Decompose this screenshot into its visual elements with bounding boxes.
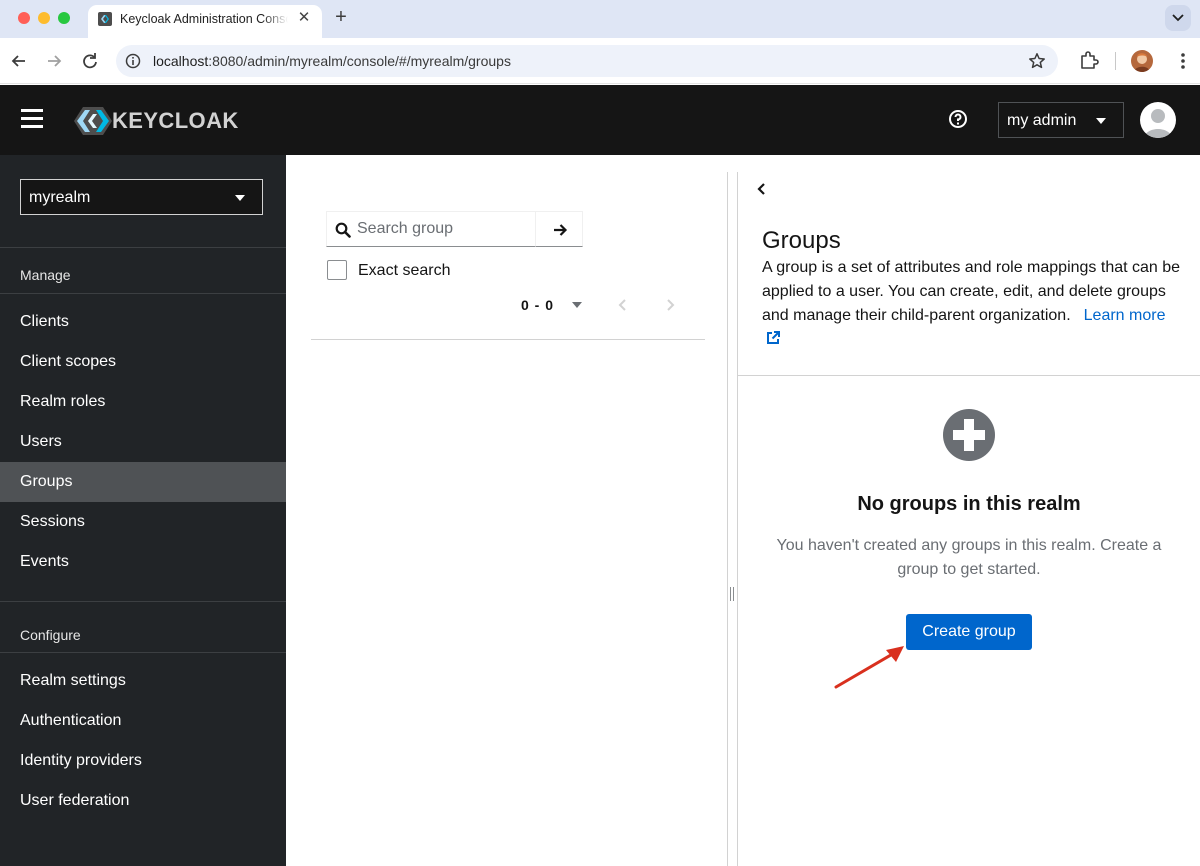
user-menu-dropdown[interactable]: my admin — [998, 102, 1124, 138]
panel-divider — [311, 339, 705, 340]
profile-icon[interactable] — [1131, 50, 1153, 72]
extension-icon[interactable] — [1078, 49, 1100, 71]
learn-more-label: Learn more — [1083, 307, 1166, 324]
sidebar-item-label: Clients — [20, 313, 69, 330]
realm-selector[interactable]: myrealm — [20, 179, 263, 215]
plus-circle-icon — [943, 409, 995, 461]
sidebar-item-label: Groups — [20, 473, 73, 490]
annotation-arrow-icon — [834, 646, 904, 689]
brand-name: KEYCLOAK — [112, 108, 239, 133]
sidebar-item-authentication[interactable]: Authentication — [0, 701, 286, 741]
splitter-border — [737, 172, 738, 866]
plus-icon[interactable]: + — [330, 6, 352, 28]
kebab-icon[interactable] — [1172, 50, 1194, 72]
user-menu-label: my admin — [1007, 112, 1077, 129]
url-text: localhost:8080/admin/myrealm/console/#/m… — [153, 53, 511, 69]
sidebar-item-client-scopes[interactable]: Client scopes — [0, 342, 286, 382]
sidebar-item-users[interactable]: Users — [0, 422, 286, 462]
sidebar-divider — [0, 247, 286, 248]
empty-state-body: You haven't created any groups in this r… — [776, 537, 1162, 578]
chevron-left-icon[interactable] — [618, 298, 628, 312]
window-close-button[interactable] — [18, 12, 30, 24]
window-minimize-button[interactable] — [38, 12, 50, 24]
chevron-left-icon[interactable] — [757, 182, 767, 196]
help-icon[interactable] — [948, 109, 968, 129]
sidebar-item-clients[interactable]: Clients — [0, 302, 286, 342]
sidebar-item-label: Client scopes — [20, 353, 117, 370]
sidebar-item-realm-settings[interactable]: Realm settings — [0, 661, 286, 701]
reload-icon[interactable] — [79, 50, 101, 72]
tab-search-button[interactable] — [1165, 5, 1191, 31]
caret-down-icon — [1096, 118, 1106, 124]
page-description: A group is a set of attributes and role … — [762, 256, 1182, 352]
info-icon[interactable] — [125, 53, 141, 69]
sidebar-item-user-federation[interactable]: User federation — [0, 781, 286, 821]
avatar-icon[interactable] — [1140, 102, 1176, 138]
sidebar-item-label: Realm settings — [20, 672, 126, 689]
empty-state-title: No groups in this realm — [857, 493, 1081, 515]
sidebar-item-events[interactable]: Events — [0, 542, 286, 582]
keycloak-favicon-icon — [98, 12, 112, 26]
search-input[interactable] — [357, 213, 533, 245]
url-host: localhost — [153, 53, 209, 69]
close-icon[interactable]: ✕ — [295, 9, 313, 27]
sidebar: myrealm Manage Clients Client scopes Rea… — [0, 155, 286, 866]
hamburger-icon[interactable] — [21, 109, 43, 129]
splitter-border — [727, 172, 728, 866]
keycloak-logo-icon — [74, 107, 112, 135]
page-title: Groups — [762, 227, 841, 254]
section-divider — [737, 375, 1200, 376]
browser-toolbar: localhost:8080/admin/myrealm/console/#/m… — [0, 38, 1200, 84]
sidebar-item-label: Realm roles — [20, 393, 106, 410]
browser-tab-strip: Keycloak Administration Console ✕ + — [0, 0, 1200, 38]
star-icon[interactable] — [1028, 52, 1046, 70]
sidebar-item-groups[interactable]: Groups — [0, 462, 286, 502]
sidebar-item-label: Users — [20, 433, 62, 450]
sidebar-item-label: Authentication — [20, 712, 122, 729]
toolbar-divider — [1115, 52, 1116, 70]
external-link-icon — [767, 331, 780, 344]
search-submit-button[interactable] — [535, 211, 583, 247]
create-group-button[interactable]: Create group — [906, 614, 1032, 650]
app-header: KEYCLOAK my admin — [0, 85, 1200, 155]
pagination-count[interactable]: 0 - 0 — [521, 297, 554, 313]
caret-down-icon — [235, 195, 245, 201]
sidebar-item-realm-roles[interactable]: Realm roles — [0, 382, 286, 422]
browser-tab[interactable]: Keycloak Administration Console ✕ — [88, 5, 322, 38]
sidebar-item-identity-providers[interactable]: Identity providers — [0, 741, 286, 781]
tab-title: Keycloak Administration Console — [120, 12, 288, 26]
sidebar-divider — [0, 293, 286, 294]
sidebar-divider — [0, 601, 286, 602]
search-icon — [335, 222, 351, 238]
sidebar-item-label: Events — [20, 553, 69, 570]
exact-search-checkbox[interactable] — [327, 260, 347, 280]
chevron-right-icon[interactable] — [665, 298, 675, 312]
address-bar[interactable]: localhost:8080/admin/myrealm/console/#/m… — [116, 45, 1058, 77]
arrow-right-icon — [554, 224, 568, 236]
sidebar-section-configure: Configure — [20, 627, 81, 643]
sidebar-section-manage: Manage — [20, 267, 71, 283]
chevron-down-icon — [1172, 14, 1184, 22]
resize-handle[interactable] — [730, 587, 735, 601]
window-zoom-button[interactable] — [58, 12, 70, 24]
sidebar-item-label: Sessions — [20, 513, 85, 530]
forward-icon[interactable] — [43, 50, 65, 72]
sidebar-item-label: User federation — [20, 792, 130, 809]
sidebar-item-label: Identity providers — [20, 752, 142, 769]
caret-down-icon[interactable] — [572, 302, 582, 308]
back-icon[interactable] — [8, 50, 30, 72]
realm-name: myrealm — [29, 189, 91, 206]
exact-search-label: Exact search — [358, 262, 451, 279]
group-search — [326, 211, 536, 247]
sidebar-item-sessions[interactable]: Sessions — [0, 502, 286, 542]
sidebar-divider — [0, 652, 286, 653]
url-path: :8080/admin/myrealm/console/#/myrealm/gr… — [208, 53, 511, 69]
